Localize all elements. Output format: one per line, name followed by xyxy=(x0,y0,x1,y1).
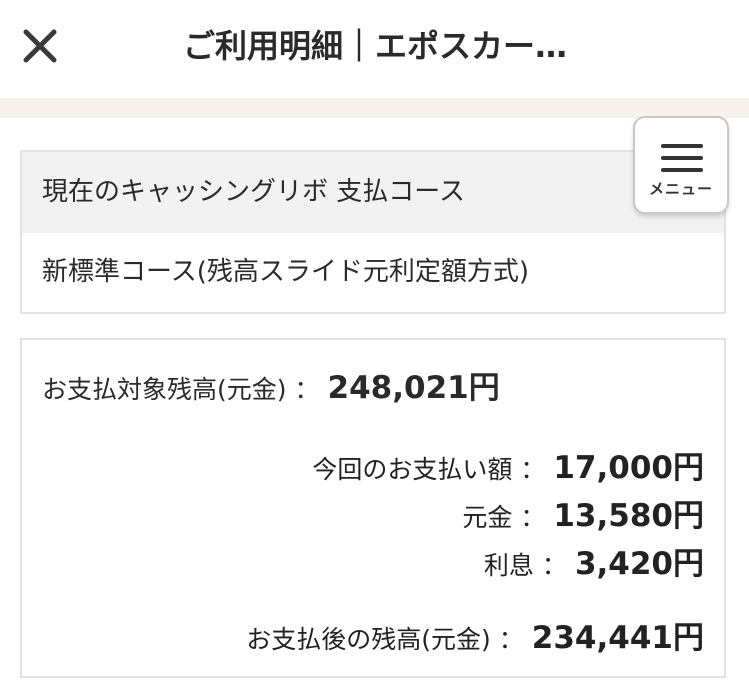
interest-amount: 3,420円 xyxy=(574,546,704,582)
separator: ： xyxy=(294,375,320,404)
separator: ： xyxy=(520,455,546,484)
header-divider-band xyxy=(0,98,749,118)
payment-label: 今回のお支払い額 xyxy=(312,455,513,484)
separator: ： xyxy=(541,551,567,580)
repayment-course-panel: 現在のキャッシングリボ 支払コース 新標準コース(残高スライド元利定額方式) xyxy=(20,150,726,314)
header-bar: ご利用明細｜エポスカー… xyxy=(0,0,749,96)
payment-amount: 17,000円 xyxy=(553,450,704,486)
target-balance-label: お支払対象残高(元金) xyxy=(42,375,287,404)
menu-button[interactable]: メニュー xyxy=(633,116,729,214)
target-balance-amount: 248,021円 xyxy=(327,370,500,406)
close-button[interactable] xyxy=(18,24,62,68)
principal-label: 元金 xyxy=(462,503,513,532)
principal-amount: 13,580円 xyxy=(553,498,704,534)
after-balance-row: お支払後の残高(元金)： 234,441円 xyxy=(246,612,704,657)
course-value: 新標準コース(残高スライド元利定額方式) xyxy=(42,257,529,287)
menu-label: メニュー xyxy=(648,180,713,198)
balance-panel: お支払対象残高(元金)： 248,021円 今回のお支払い額： 17,000円 元金… xyxy=(20,338,726,678)
close-icon xyxy=(23,29,57,63)
after-balance-label: お支払後の残高(元金) xyxy=(246,625,491,654)
interest-label: 利息 xyxy=(483,551,534,580)
separator: ： xyxy=(498,625,524,654)
course-heading: 現在のキャッシングリボ 支払コース xyxy=(22,152,724,233)
page-title: ご利用明細｜エポスカー… xyxy=(182,27,567,65)
payment-row: 今回のお支払い額： 17,000円 xyxy=(312,442,704,487)
hamburger-icon xyxy=(661,144,703,172)
after-balance-amount: 234,441円 xyxy=(531,620,704,656)
principal-row: 元金： 13,580円 xyxy=(462,490,704,535)
separator: ： xyxy=(520,503,546,532)
target-balance-row: お支払対象残高(元金)： 248,021円 xyxy=(42,362,500,407)
interest-row: 利息： 3,420円 xyxy=(484,538,704,583)
